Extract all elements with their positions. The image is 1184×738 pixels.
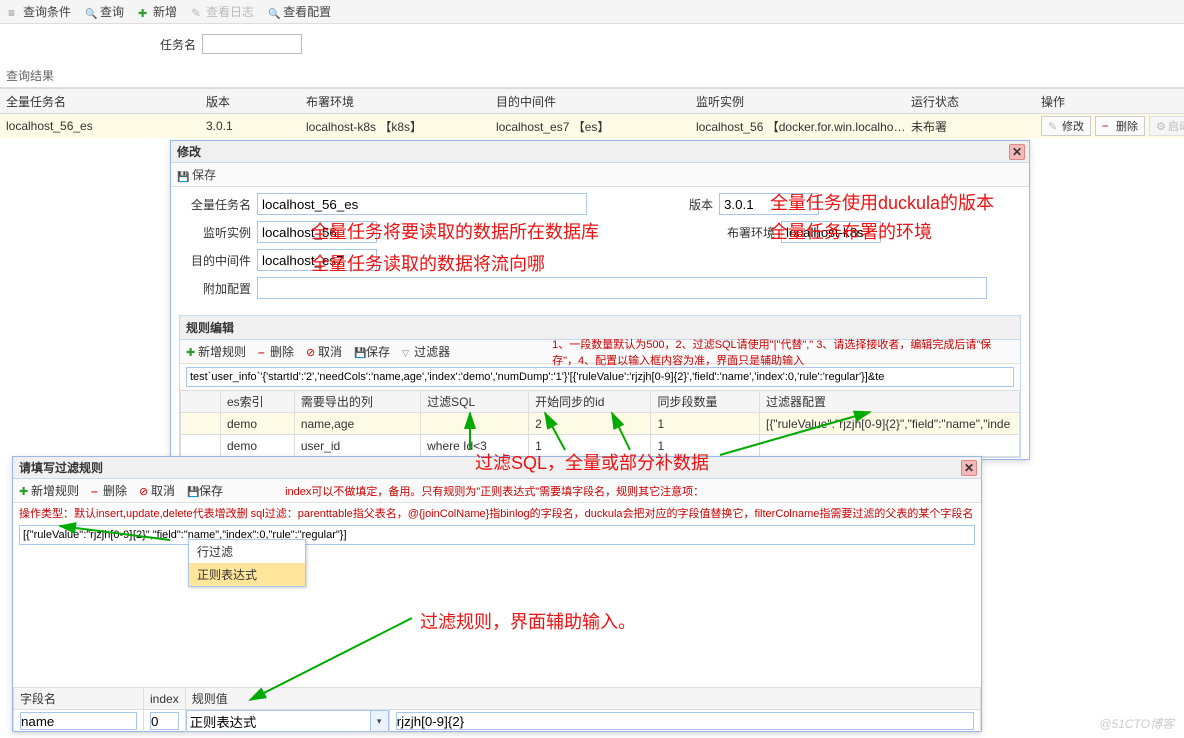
edit-dialog: 修改 ✕ 保存 全量任务名 版本 监听实例 布署环境 目的中间件 附加配置 规则… xyxy=(170,140,1030,460)
grid-row[interactable]: localhost_56_es 3.0.1 localhost-k8s 【k8s… xyxy=(0,114,1184,138)
row-state: 未布署 xyxy=(911,118,1041,135)
lbl-extra: 附加配置 xyxy=(181,280,251,297)
rule-table: es索引 需要导出的列 过滤SQL 开始同步的id 同步段数量 过滤器配置 de… xyxy=(180,390,1020,457)
results-title: 查询结果 xyxy=(0,64,1184,88)
rule-dropdown[interactable]: 行过滤 正则表达式 xyxy=(188,539,306,587)
inp-mid[interactable] xyxy=(257,249,377,271)
f-add[interactable]: 新增规则 xyxy=(19,482,79,499)
save-icon xyxy=(177,169,189,181)
view-icon xyxy=(268,6,280,18)
rule-cancel[interactable]: 取消 xyxy=(306,343,342,360)
inp-inst[interactable] xyxy=(257,221,377,243)
filter-json[interactable] xyxy=(19,525,975,545)
dropdown-item[interactable]: 正则表达式 xyxy=(189,563,305,586)
rule-save[interactable]: 保存 xyxy=(354,343,390,360)
filter-dialog: 请填写过滤规则 ✕ 新增规则 删除 取消 保存 index可以不做填定，备用。只… xyxy=(12,456,982,732)
lbl-env: 布署环境 xyxy=(719,224,775,241)
watermark: @51CTO博客 xyxy=(1099,715,1174,732)
f-cancel[interactable]: 取消 xyxy=(139,482,175,499)
col-env: 布署环境 xyxy=(306,93,496,110)
rule-panel: 规则编辑 新增规则 删除 取消 保存 过滤器 1、一段数量默认为500，2、过滤… xyxy=(179,315,1021,458)
rule-filter[interactable]: 过滤器 xyxy=(402,343,450,360)
rule-value-input[interactable] xyxy=(396,712,974,730)
row-ver: 3.0.1 xyxy=(206,119,306,133)
field-name-input[interactable] xyxy=(20,712,137,730)
add-button[interactable]: 新增 xyxy=(138,3,177,20)
inp-name[interactable] xyxy=(257,193,587,215)
cancel-icon xyxy=(306,345,318,357)
log-button[interactable]: 查看日志 xyxy=(191,3,254,20)
close-icon[interactable]: ✕ xyxy=(1009,144,1025,160)
add-icon xyxy=(138,6,150,18)
rule-text[interactable] xyxy=(186,367,1014,387)
col-ver: 版本 xyxy=(206,93,306,110)
table-row[interactable]: demoname,age21[{"ruleValue":"rjzjh[0-9]{… xyxy=(181,413,1020,435)
f-del[interactable]: 删除 xyxy=(91,482,127,499)
filter-row[interactable] xyxy=(14,710,981,733)
row-mid: localhost_es7 【es】 xyxy=(496,118,696,135)
dlg-save-button[interactable]: 保存 xyxy=(177,166,216,183)
add-icon xyxy=(19,484,31,496)
row-inst: localhost_56 【docker.for.win.localhost】 xyxy=(696,118,911,135)
col-mid: 目的中间件 xyxy=(496,93,696,110)
save-icon xyxy=(354,345,366,357)
condition-row: 任务名 xyxy=(0,24,1184,64)
task-name-label: 任务名 xyxy=(160,36,196,53)
inp-extra[interactable] xyxy=(257,277,987,299)
config-button[interactable]: 查看配置 xyxy=(268,3,331,20)
edit-button[interactable]: 修改 xyxy=(1041,116,1091,136)
col-ops: 操作 xyxy=(1041,93,1184,110)
search-button[interactable]: 查询 xyxy=(85,3,124,20)
lbl-inst: 监听实例 xyxy=(181,224,251,241)
lbl-mid: 目的中间件 xyxy=(181,252,251,269)
close-icon[interactable]: ✕ xyxy=(961,460,977,476)
dialog-title: 修改 ✕ xyxy=(171,141,1029,163)
start-button[interactable]: ⚙启动 xyxy=(1149,116,1184,136)
rule-add[interactable]: 新增规则 xyxy=(186,343,246,360)
grid-header: 全量任务名 版本 布署环境 目的中间件 监听实例 运行状态 操作 xyxy=(0,88,1184,114)
bars-icon xyxy=(8,6,20,18)
del-icon xyxy=(91,484,103,496)
col-name: 全量任务名 xyxy=(6,93,206,110)
rule-note-1: 1、一段数量默认为500，2、过滤SQL请使用"|"代替"," 3、请选择接收者… xyxy=(462,336,1014,368)
main-toolbar: 查询条件 查询 新增 查看日志 查看配置 xyxy=(0,0,1184,24)
f-note1: index可以不做填定，备用。只有规则为"正则表达式"需要填字段名，规则其它注意… xyxy=(235,483,704,499)
f-note2: 操作类型：默认insert,update,delete代表增改删 sql过滤：p… xyxy=(13,503,981,523)
cond-button[interactable]: 查询条件 xyxy=(8,3,71,20)
inp-env[interactable] xyxy=(781,221,881,243)
row-name: localhost_56_es xyxy=(6,119,206,133)
del-icon xyxy=(258,345,270,357)
log-icon xyxy=(191,6,203,18)
chevron-down-icon[interactable] xyxy=(371,710,389,732)
del-button[interactable]: 删除 xyxy=(1095,116,1145,136)
cancel-icon xyxy=(139,484,151,496)
filter-dlg-title: 请填写过滤规则 ✕ xyxy=(13,457,981,479)
add-icon xyxy=(186,345,198,357)
table-row[interactable]: demouser_idwhere Id<311 xyxy=(181,435,1020,457)
row-env: localhost-k8s 【k8s】 xyxy=(306,118,496,135)
lbl-name: 全量任务名 xyxy=(181,196,251,213)
rule-del[interactable]: 删除 xyxy=(258,343,294,360)
filter-icon xyxy=(402,345,414,357)
dropdown-item[interactable]: 行过滤 xyxy=(189,540,305,563)
edit-icon xyxy=(1048,120,1060,132)
search-icon xyxy=(85,6,97,18)
f-save[interactable]: 保存 xyxy=(187,482,223,499)
task-name-input[interactable] xyxy=(202,34,302,54)
start-icon: ⚙ xyxy=(1156,120,1166,133)
rule-type-combo[interactable] xyxy=(186,710,389,732)
index-input[interactable] xyxy=(150,712,179,730)
inp-ver[interactable] xyxy=(719,193,819,215)
lbl-ver: 版本 xyxy=(593,196,713,213)
col-state: 运行状态 xyxy=(911,93,1041,110)
del-icon xyxy=(1102,120,1114,132)
col-inst: 监听实例 xyxy=(696,93,911,110)
save-icon xyxy=(187,484,199,496)
